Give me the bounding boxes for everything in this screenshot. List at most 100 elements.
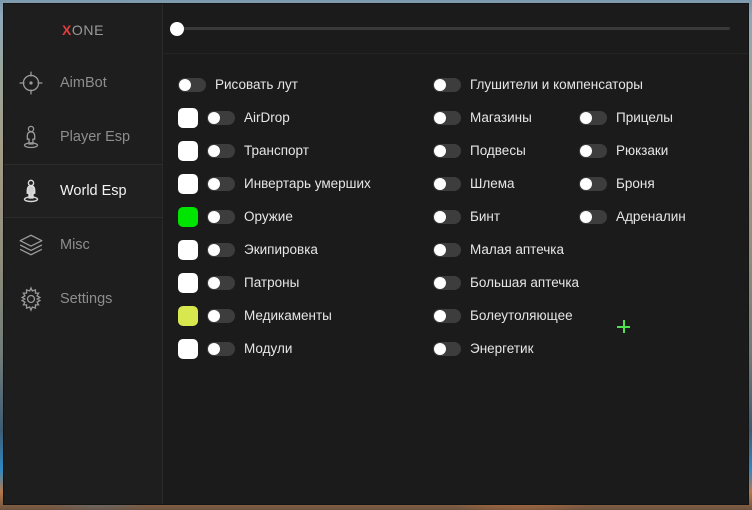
color-swatch[interactable] bbox=[178, 173, 198, 194]
toggle-knob bbox=[434, 342, 446, 355]
slider-strip bbox=[163, 4, 748, 54]
option-row: Бинт bbox=[433, 200, 573, 233]
toggle-knob bbox=[208, 342, 220, 355]
toggle-knob bbox=[580, 177, 592, 190]
option-label: Шлема bbox=[470, 175, 515, 191]
option-row: Большая аптечка bbox=[433, 266, 579, 299]
layers-icon bbox=[18, 232, 44, 258]
color-swatch[interactable] bbox=[178, 305, 198, 326]
option-row: Броня bbox=[579, 167, 733, 200]
option-toggle[interactable] bbox=[207, 275, 235, 290]
sidebar-item-misc[interactable]: Misc bbox=[4, 218, 162, 272]
option-label: Прицелы bbox=[616, 109, 673, 125]
distance-slider-knob[interactable] bbox=[170, 21, 184, 36]
option-row: Патроны bbox=[178, 266, 425, 299]
option-toggle[interactable] bbox=[207, 209, 235, 224]
option-row: Малая аптечка bbox=[433, 233, 573, 266]
option-toggle[interactable] bbox=[207, 341, 235, 356]
sidebar-item-label: AimBot bbox=[60, 75, 107, 91]
option-label: Рюкзаки bbox=[616, 142, 669, 158]
option-toggle[interactable] bbox=[207, 176, 235, 191]
toggle-knob bbox=[208, 243, 220, 256]
sidebar-item-aimbot[interactable]: AimBot bbox=[4, 56, 162, 110]
option-row: Магазины bbox=[433, 101, 573, 134]
column-attachments-meds: Глушители и компенсаторы Магазины Подвес… bbox=[425, 68, 643, 504]
option-toggle[interactable] bbox=[579, 176, 607, 191]
distance-slider-track[interactable] bbox=[170, 21, 730, 36]
option-toggle[interactable] bbox=[433, 275, 461, 290]
color-swatch[interactable] bbox=[178, 206, 198, 227]
option-row: Глушители и компенсаторы bbox=[433, 68, 643, 101]
option-toggle[interactable] bbox=[207, 143, 235, 158]
sidebar-item-label: Settings bbox=[60, 291, 113, 307]
toggle-knob bbox=[580, 144, 592, 157]
option-label: Подвесы bbox=[470, 142, 526, 158]
option-row: Оружие bbox=[178, 200, 425, 233]
gear-icon bbox=[18, 286, 44, 312]
option-toggle[interactable] bbox=[207, 110, 235, 125]
sidebar-item-world-esp[interactable]: World Esp bbox=[4, 164, 162, 218]
option-label: Патроны bbox=[244, 274, 300, 290]
option-toggle[interactable] bbox=[433, 209, 461, 224]
brand-logo-x: X bbox=[61, 22, 72, 38]
toggle-knob bbox=[580, 210, 592, 223]
option-toggle[interactable] bbox=[433, 143, 461, 158]
toggle-knob bbox=[434, 111, 446, 124]
option-toggle[interactable] bbox=[579, 143, 607, 158]
color-swatch[interactable] bbox=[178, 140, 198, 161]
option-toggle[interactable] bbox=[207, 242, 235, 257]
cheat-menu-window: X ONE AimBot Player Esp World Esp Misc S… bbox=[4, 4, 748, 504]
option-row: Медикаменты bbox=[178, 299, 425, 332]
toggle-knob bbox=[434, 78, 446, 91]
option-label: Большая аптечка bbox=[470, 274, 580, 290]
option-row: Рюкзаки bbox=[579, 134, 733, 167]
option-label: Медикаменты bbox=[244, 307, 332, 323]
sidebar-item-settings[interactable]: Settings bbox=[4, 272, 162, 326]
toggle-knob bbox=[434, 177, 446, 190]
option-toggle[interactable] bbox=[433, 110, 461, 125]
option-toggle[interactable] bbox=[207, 308, 235, 323]
option-toggle[interactable] bbox=[433, 242, 461, 257]
draw-loot-toggle[interactable] bbox=[178, 77, 206, 92]
option-label: Магазины bbox=[470, 109, 532, 125]
column-gear: Прицелы Рюкзаки Броня Адреналин bbox=[573, 68, 733, 504]
option-toggle[interactable] bbox=[579, 209, 607, 224]
option-label: Рисовать лут bbox=[215, 76, 298, 92]
option-label: Малая аптечка bbox=[470, 241, 565, 257]
option-label: Экипировка bbox=[244, 241, 318, 257]
option-toggle[interactable] bbox=[579, 110, 607, 125]
option-label: Бинт bbox=[470, 208, 501, 224]
option-label: Оружие bbox=[244, 208, 293, 224]
player-icon bbox=[18, 124, 44, 150]
option-row: Прицелы bbox=[579, 101, 733, 134]
color-swatch[interactable] bbox=[178, 272, 198, 293]
toggle-knob bbox=[434, 243, 446, 256]
player-icon bbox=[18, 178, 44, 204]
option-row: Модули bbox=[178, 332, 425, 365]
color-swatch[interactable] bbox=[178, 338, 198, 359]
toggle-knob bbox=[434, 276, 446, 289]
option-label: Энергетик bbox=[470, 340, 534, 356]
option-row: Транспорт bbox=[178, 134, 425, 167]
option-toggle[interactable] bbox=[433, 176, 461, 191]
options-columns: Рисовать лут AirDrop Транспорт Инвертарь… bbox=[163, 54, 748, 504]
option-toggle[interactable] bbox=[433, 77, 461, 92]
sidebar-item-player-esp[interactable]: Player Esp bbox=[4, 110, 162, 164]
option-label: Адреналин bbox=[616, 208, 686, 224]
sidebar-item-label: Misc bbox=[60, 237, 90, 253]
sidebar-item-label: Player Esp bbox=[60, 129, 131, 145]
toggle-knob bbox=[434, 210, 446, 223]
color-swatch[interactable] bbox=[178, 107, 198, 128]
toggle-knob bbox=[208, 177, 220, 190]
option-toggle[interactable] bbox=[433, 308, 461, 323]
color-swatch[interactable] bbox=[178, 239, 198, 260]
option-row: Инвертарь умерших bbox=[178, 167, 425, 200]
content-panel: Рисовать лут AirDrop Транспорт Инвертарь… bbox=[163, 4, 748, 504]
option-row-spacer bbox=[579, 68, 733, 101]
option-label: Болеутоляющее bbox=[470, 307, 573, 323]
option-row: Шлема bbox=[433, 167, 573, 200]
option-toggle[interactable] bbox=[433, 341, 461, 356]
sidebar: X ONE AimBot Player Esp World Esp Misc S… bbox=[4, 4, 163, 504]
option-row: Рисовать лут bbox=[178, 68, 425, 101]
option-row: AirDrop bbox=[178, 101, 425, 134]
